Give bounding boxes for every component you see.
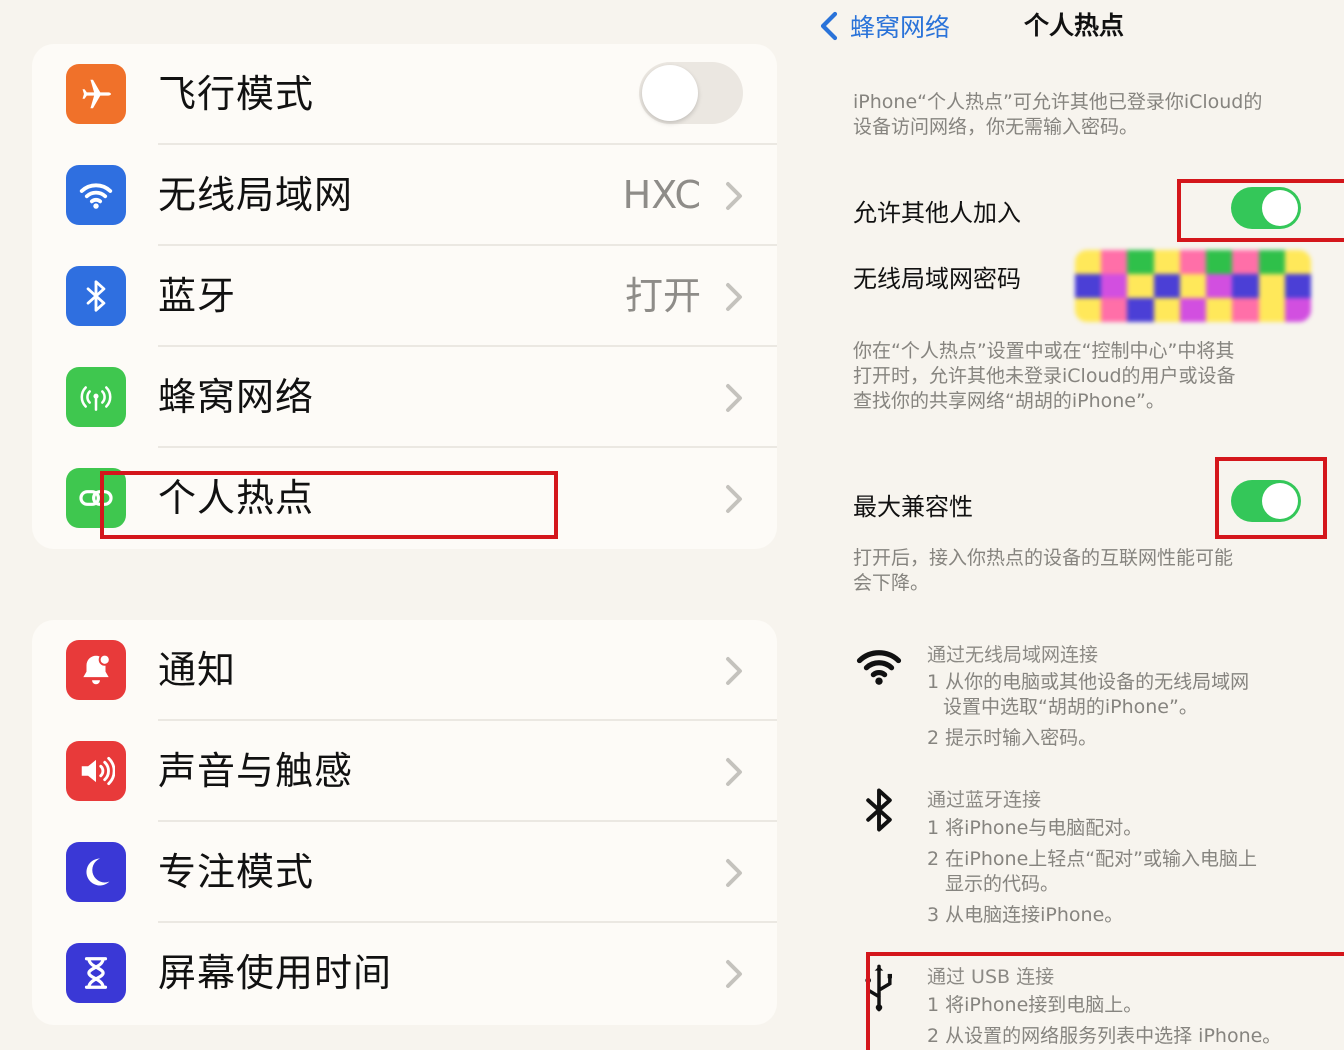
wifi-connect-heading: 通过无线局域网连接	[927, 644, 1099, 666]
settings-row-label: 蓝牙	[158, 274, 237, 318]
allow-others-label: 允许其他人加入	[853, 199, 1021, 227]
settings-row-screen-time[interactable]: 屏幕使用时间	[32, 923, 777, 1024]
wifi-network-name: HXC	[622, 173, 701, 217]
wifi-password-obscured	[1075, 250, 1311, 322]
settings-row-wifi[interactable]: 无线局域网 HXC	[32, 145, 777, 246]
usb-step-2: 2 从设置的网络服务列表中选择 iPhone。	[927, 1025, 1282, 1047]
bluetooth-step-1: 1 将iPhone与电脑配对。	[927, 817, 1143, 839]
settings-row-label: 通知	[158, 648, 237, 692]
max-compatibility-description: 打开后，接入你热点的设备的互联网性能可能 会下降。	[853, 547, 1234, 594]
speaker-icon	[66, 741, 126, 801]
bluetooth-status: 打开	[624, 274, 701, 318]
settings-row-sounds-haptics[interactable]: 声音与触感	[32, 721, 777, 822]
cellular-icon	[66, 367, 126, 427]
wifi-step-1: 1 从你的电脑或其他设备的无线局域网 设置中选取“胡胡的iPhone”。	[927, 671, 1250, 718]
page-title: 个人热点	[1024, 11, 1125, 40]
bluetooth-connect-heading: 通过蓝牙连接	[927, 789, 1042, 811]
hotspot-icon	[66, 468, 126, 528]
wifi-icon	[66, 165, 126, 225]
settings-group-connectivity: 飞行模式 无线局域网 HXC 蓝牙 打开 蜂窝网络 个人热点	[32, 44, 777, 549]
settings-row-cellular[interactable]: 蜂窝网络	[32, 347, 777, 448]
bluetooth-icon	[66, 266, 126, 326]
airplane-icon	[66, 64, 126, 124]
settings-row-airplane-mode[interactable]: 飞行模式	[32, 44, 777, 145]
settings-row-bluetooth[interactable]: 蓝牙 打开	[32, 246, 777, 347]
usb-icon	[865, 964, 892, 1012]
back-label: 蜂窝网络	[850, 13, 951, 42]
chevron-right-icon	[726, 859, 742, 887]
settings-group-general: 通知 声音与触感 专注模式 屏幕使用时间	[32, 620, 777, 1025]
max-compatibility-label: 最大兼容性	[853, 493, 973, 521]
settings-row-label: 无线局域网	[158, 173, 354, 217]
usb-step-1: 1 将iPhone接到电脑上。	[927, 994, 1143, 1016]
usb-connect-heading: 通过 USB 连接	[927, 966, 1055, 988]
settings-row-label: 屏幕使用时间	[158, 951, 393, 995]
settings-row-personal-hotspot[interactable]: 个人热点	[32, 448, 777, 549]
allow-others-description: 你在“个人热点”设置中或在“控制中心”中将其 打开时，允许其他未登录iCloud…	[853, 340, 1236, 412]
airplane-mode-toggle[interactable]	[639, 62, 743, 124]
max-compatibility-toggle[interactable]	[1231, 480, 1301, 522]
hotspot-intro: iPhone“个人热点”可允许其他已登录你iCloud的 设备访问网络，你无需输…	[853, 91, 1263, 138]
bluetooth-step-2: 2 在iPhone上轻点“配对”或输入电脑上 显示的代码。	[927, 848, 1257, 895]
settings-row-focus[interactable]: 专注模式	[32, 822, 777, 923]
settings-row-label: 个人热点	[158, 476, 315, 520]
bluetooth-step-3: 3 从电脑连接iPhone。	[927, 904, 1124, 926]
chevron-right-icon	[726, 485, 742, 513]
chevron-right-icon	[726, 657, 742, 685]
wifi-password-label: 无线局域网密码	[853, 265, 1021, 293]
bluetooth-icon	[866, 788, 892, 832]
chevron-right-icon	[726, 283, 742, 311]
chevron-right-icon	[726, 384, 742, 412]
settings-row-label: 专注模式	[158, 850, 315, 894]
allow-others-toggle[interactable]	[1231, 187, 1301, 229]
chevron-right-icon	[726, 758, 742, 786]
bell-icon	[66, 640, 126, 700]
back-button[interactable]: 蜂窝网络	[820, 8, 950, 44]
chevron-right-icon	[726, 182, 742, 210]
settings-row-label: 声音与触感	[158, 749, 354, 793]
settings-row-label: 飞行模式	[158, 72, 315, 116]
wifi-step-2: 2 提示时输入密码。	[927, 727, 1098, 749]
chevron-right-icon	[726, 960, 742, 988]
wifi-icon	[856, 650, 902, 685]
settings-row-notifications[interactable]: 通知	[32, 620, 777, 721]
settings-row-label: 蜂窝网络	[158, 375, 315, 419]
moon-icon	[66, 842, 126, 902]
chevron-left-icon	[820, 11, 838, 41]
hourglass-icon	[66, 943, 126, 1003]
